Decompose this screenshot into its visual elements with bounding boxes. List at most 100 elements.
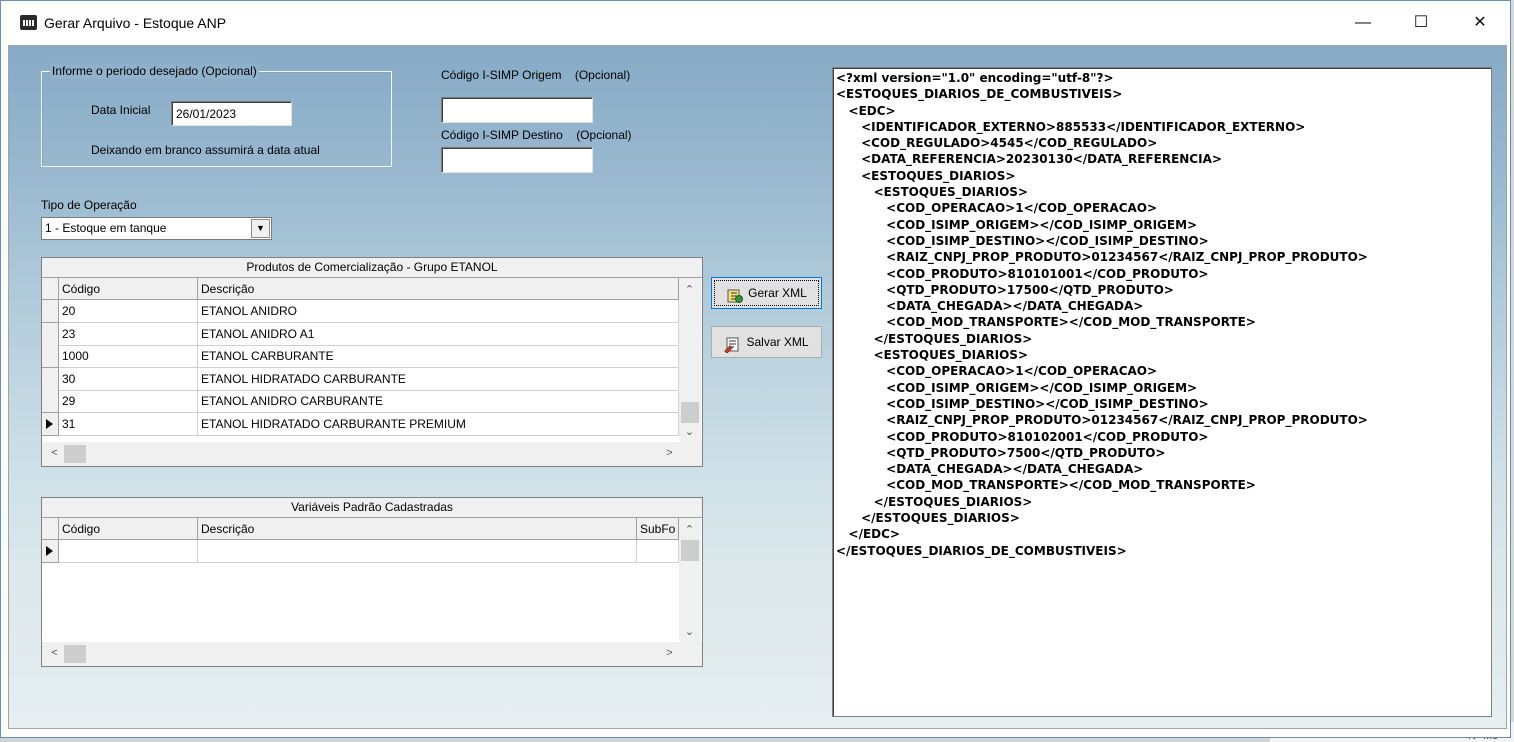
xml-line: <COD_OPERACAO>1</COD_OPERACAO> bbox=[836, 364, 1158, 379]
row-indicator[interactable] bbox=[42, 413, 59, 436]
row-indicator[interactable] bbox=[42, 390, 59, 413]
xml-line: <COD_ISIMP_ORIGEM></COD_ISIMP_ORIGEM> bbox=[836, 217, 1198, 232]
produtos-horizontal-scrollbar[interactable]: < > bbox=[42, 442, 702, 466]
isimp-destino-input[interactable] bbox=[441, 147, 593, 173]
produtos-grid-caption: Produtos de Comercialização - Grupo ETAN… bbox=[42, 258, 702, 278]
xml-line: <QTD_PRODUTO>7500</QTD_PRODUTO> bbox=[836, 445, 1166, 460]
gerar-xml-label: Gerar XML bbox=[748, 286, 807, 300]
salvar-xml-button[interactable]: Salvar XML bbox=[711, 326, 822, 358]
cell-codigo[interactable]: 31 bbox=[59, 413, 198, 436]
xml-line: </ESTOQUES_DIARIOS_DE_COMBUSTIVEIS> bbox=[836, 543, 1127, 558]
xml-line: <DATA_REFERENCIA>20230130</DATA_REFERENC… bbox=[836, 152, 1222, 167]
xml-line: <COD_PRODUTO>810102001</COD_PRODUTO> bbox=[836, 429, 1209, 444]
xml-line: <COD_ISIMP_DESTINO></COD_ISIMP_DESTINO> bbox=[836, 233, 1209, 248]
cell-descricao[interactable]: ETANOL CARBURANTE bbox=[198, 345, 679, 368]
xml-line: <DATA_CHEGADA></DATA_CHEGADA> bbox=[836, 299, 1144, 314]
xml-line: <?xml version="1.0" encoding="utf-8"?> bbox=[836, 71, 1114, 85]
xml-line: <RAIZ_CNPJ_PROP_PRODUTO>01234567</RAIZ_C… bbox=[836, 250, 1368, 265]
isimp-origem-input[interactable] bbox=[441, 97, 593, 123]
xml-line: <COD_ISIMP_ORIGEM></COD_ISIMP_ORIGEM> bbox=[836, 380, 1198, 395]
new-row-descricao-cell[interactable] bbox=[198, 540, 637, 563]
cell-descricao[interactable]: ETANOL HIDRATADO CARBURANTE PREMIUM bbox=[198, 413, 679, 436]
row-indicator[interactable] bbox=[42, 300, 59, 323]
grid-corner bbox=[42, 278, 59, 300]
data-inicial-input[interactable] bbox=[171, 101, 292, 126]
scroll-down-icon[interactable]: ⌄ bbox=[681, 624, 698, 641]
scroll-right-icon[interactable]: > bbox=[661, 445, 678, 462]
cell-codigo[interactable]: 30 bbox=[59, 368, 198, 391]
xml-line: </EDC> bbox=[836, 527, 900, 542]
produtos-grid: Produtos de Comercialização - Grupo ETAN… bbox=[41, 257, 703, 467]
column-header-descricao[interactable]: Descrição bbox=[198, 518, 637, 540]
current-row-arrow-icon bbox=[46, 419, 53, 429]
new-row-codigo-cell[interactable] bbox=[59, 540, 198, 563]
chevron-down-icon[interactable]: ▼ bbox=[251, 219, 270, 238]
window-title: Gerar Arquivo - Estoque ANP bbox=[44, 15, 227, 31]
salvar-xml-label: Salvar XML bbox=[746, 335, 809, 349]
xml-content: <?xml version="1.0" encoding="utf-8"?> <E… bbox=[836, 70, 1368, 559]
xml-line: <COD_REGULADO>4545</COD_REGULADO> bbox=[836, 136, 1158, 151]
row-indicator[interactable] bbox=[42, 540, 59, 563]
save-icon bbox=[724, 334, 742, 354]
xml-line: <ESTOQUES_DIARIOS> bbox=[836, 168, 1016, 183]
tipo-operacao-select[interactable]: 1 - Estoque em tanque ▼ bbox=[41, 217, 272, 240]
app-icon bbox=[20, 15, 37, 30]
produtos-vscroll-thumb[interactable] bbox=[681, 402, 699, 423]
variaveis-vscroll-thumb[interactable] bbox=[681, 540, 699, 561]
cell-descricao[interactable]: ETANOL ANIDRO bbox=[198, 300, 679, 323]
isimp-origem-label: Código I-SIMP Origem (Opcional) bbox=[441, 68, 631, 82]
xml-line: <COD_MOD_TRANSPORTE></COD_MOD_TRANSPORTE… bbox=[836, 478, 1256, 493]
variaveis-horizontal-scrollbar[interactable]: < > bbox=[42, 642, 702, 666]
grid-corner bbox=[42, 518, 59, 540]
cell-descricao[interactable]: ETANOL ANIDRO A1 bbox=[198, 323, 679, 346]
row-indicator[interactable] bbox=[42, 345, 59, 368]
xml-line: <DATA_CHEGADA></DATA_CHEGADA> bbox=[836, 462, 1144, 477]
row-indicator[interactable] bbox=[42, 368, 59, 391]
xml-line: <COD_PRODUTO>810101001</COD_PRODUTO> bbox=[836, 266, 1209, 281]
xml-line: <COD_OPERACAO>1</COD_OPERACAO> bbox=[836, 201, 1158, 216]
scroll-right-icon[interactable]: > bbox=[661, 645, 678, 662]
title-bar[interactable] bbox=[1, 1, 1509, 45]
column-header-subfo[interactable]: SubFo bbox=[637, 518, 679, 540]
current-row-arrow-icon bbox=[46, 546, 53, 556]
scroll-up-icon[interactable]: ⌃ bbox=[681, 522, 698, 539]
xml-line: <COD_MOD_TRANSPORTE></COD_MOD_TRANSPORTE… bbox=[836, 315, 1256, 330]
cell-codigo[interactable]: 20 bbox=[59, 300, 198, 323]
xml-output-textarea[interactable]: <?xml version="1.0" encoding="utf-8"?> <E… bbox=[832, 67, 1492, 717]
variaveis-vertical-scrollbar[interactable]: ⌃ ⌄ bbox=[679, 518, 701, 642]
xml-line: <COD_ISIMP_DESTINO></COD_ISIMP_DESTINO> bbox=[836, 396, 1209, 411]
column-header-descricao[interactable]: Descrição bbox=[198, 278, 679, 300]
xml-line: <ESTOQUES_DIARIOS> bbox=[836, 348, 1028, 363]
tipo-operacao-label: Tipo de Operação bbox=[41, 198, 137, 212]
cell-descricao[interactable]: ETANOL ANIDRO CARBURANTE bbox=[198, 390, 679, 413]
xml-line: <RAIZ_CNPJ_PROP_PRODUTO>01234567</RAIZ_C… bbox=[836, 413, 1368, 428]
xml-line: </ESTOQUES_DIARIOS> bbox=[836, 511, 1020, 526]
cell-codigo[interactable]: 29 bbox=[59, 390, 198, 413]
variaveis-grid: Variáveis Padrão Cadastradas Código Desc… bbox=[41, 497, 703, 667]
xml-line: <IDENTIFICADOR_EXTERNO>885533</IDENTIFIC… bbox=[836, 119, 1306, 134]
column-header-codigo[interactable]: Código bbox=[59, 278, 198, 300]
scroll-down-icon[interactable]: ⌄ bbox=[681, 424, 698, 441]
cell-codigo[interactable]: 1000 bbox=[59, 345, 198, 368]
cell-descricao[interactable]: ETANOL HIDRATADO CARBURANTE bbox=[198, 368, 679, 391]
data-inicial-label: Data Inicial bbox=[91, 103, 151, 117]
produtos-vertical-scrollbar[interactable]: ⌃ ⌄ bbox=[679, 278, 701, 442]
cell-codigo[interactable]: 23 bbox=[59, 323, 198, 346]
xml-line: <EDC> bbox=[836, 103, 896, 118]
scroll-left-icon[interactable]: < bbox=[46, 645, 63, 662]
new-row-subfo-cell[interactable] bbox=[637, 540, 679, 563]
produtos-hscroll-thumb[interactable] bbox=[64, 445, 86, 463]
close-button[interactable]: ✕ bbox=[1451, 1, 1509, 45]
xml-line: </ESTOQUES_DIARIOS> bbox=[836, 494, 1033, 509]
row-indicator[interactable] bbox=[42, 323, 59, 346]
xml-line: <QTD_PRODUTO>17500</QTD_PRODUTO> bbox=[836, 282, 1174, 297]
minimize-button[interactable]: — bbox=[1334, 1, 1392, 45]
period-legend: Informe o periodo desejado (Opcional) bbox=[50, 63, 259, 79]
column-header-codigo[interactable]: Código bbox=[59, 518, 198, 540]
period-hint: Deixando em branco assumirá a data atual bbox=[91, 143, 320, 157]
scroll-left-icon[interactable]: < bbox=[46, 445, 63, 462]
gerar-xml-button[interactable]: Gerar XML bbox=[711, 277, 822, 309]
variaveis-hscroll-thumb[interactable] bbox=[64, 645, 86, 663]
maximize-button[interactable]: ☐ bbox=[1392, 1, 1450, 45]
scroll-up-icon[interactable]: ⌃ bbox=[681, 282, 698, 299]
